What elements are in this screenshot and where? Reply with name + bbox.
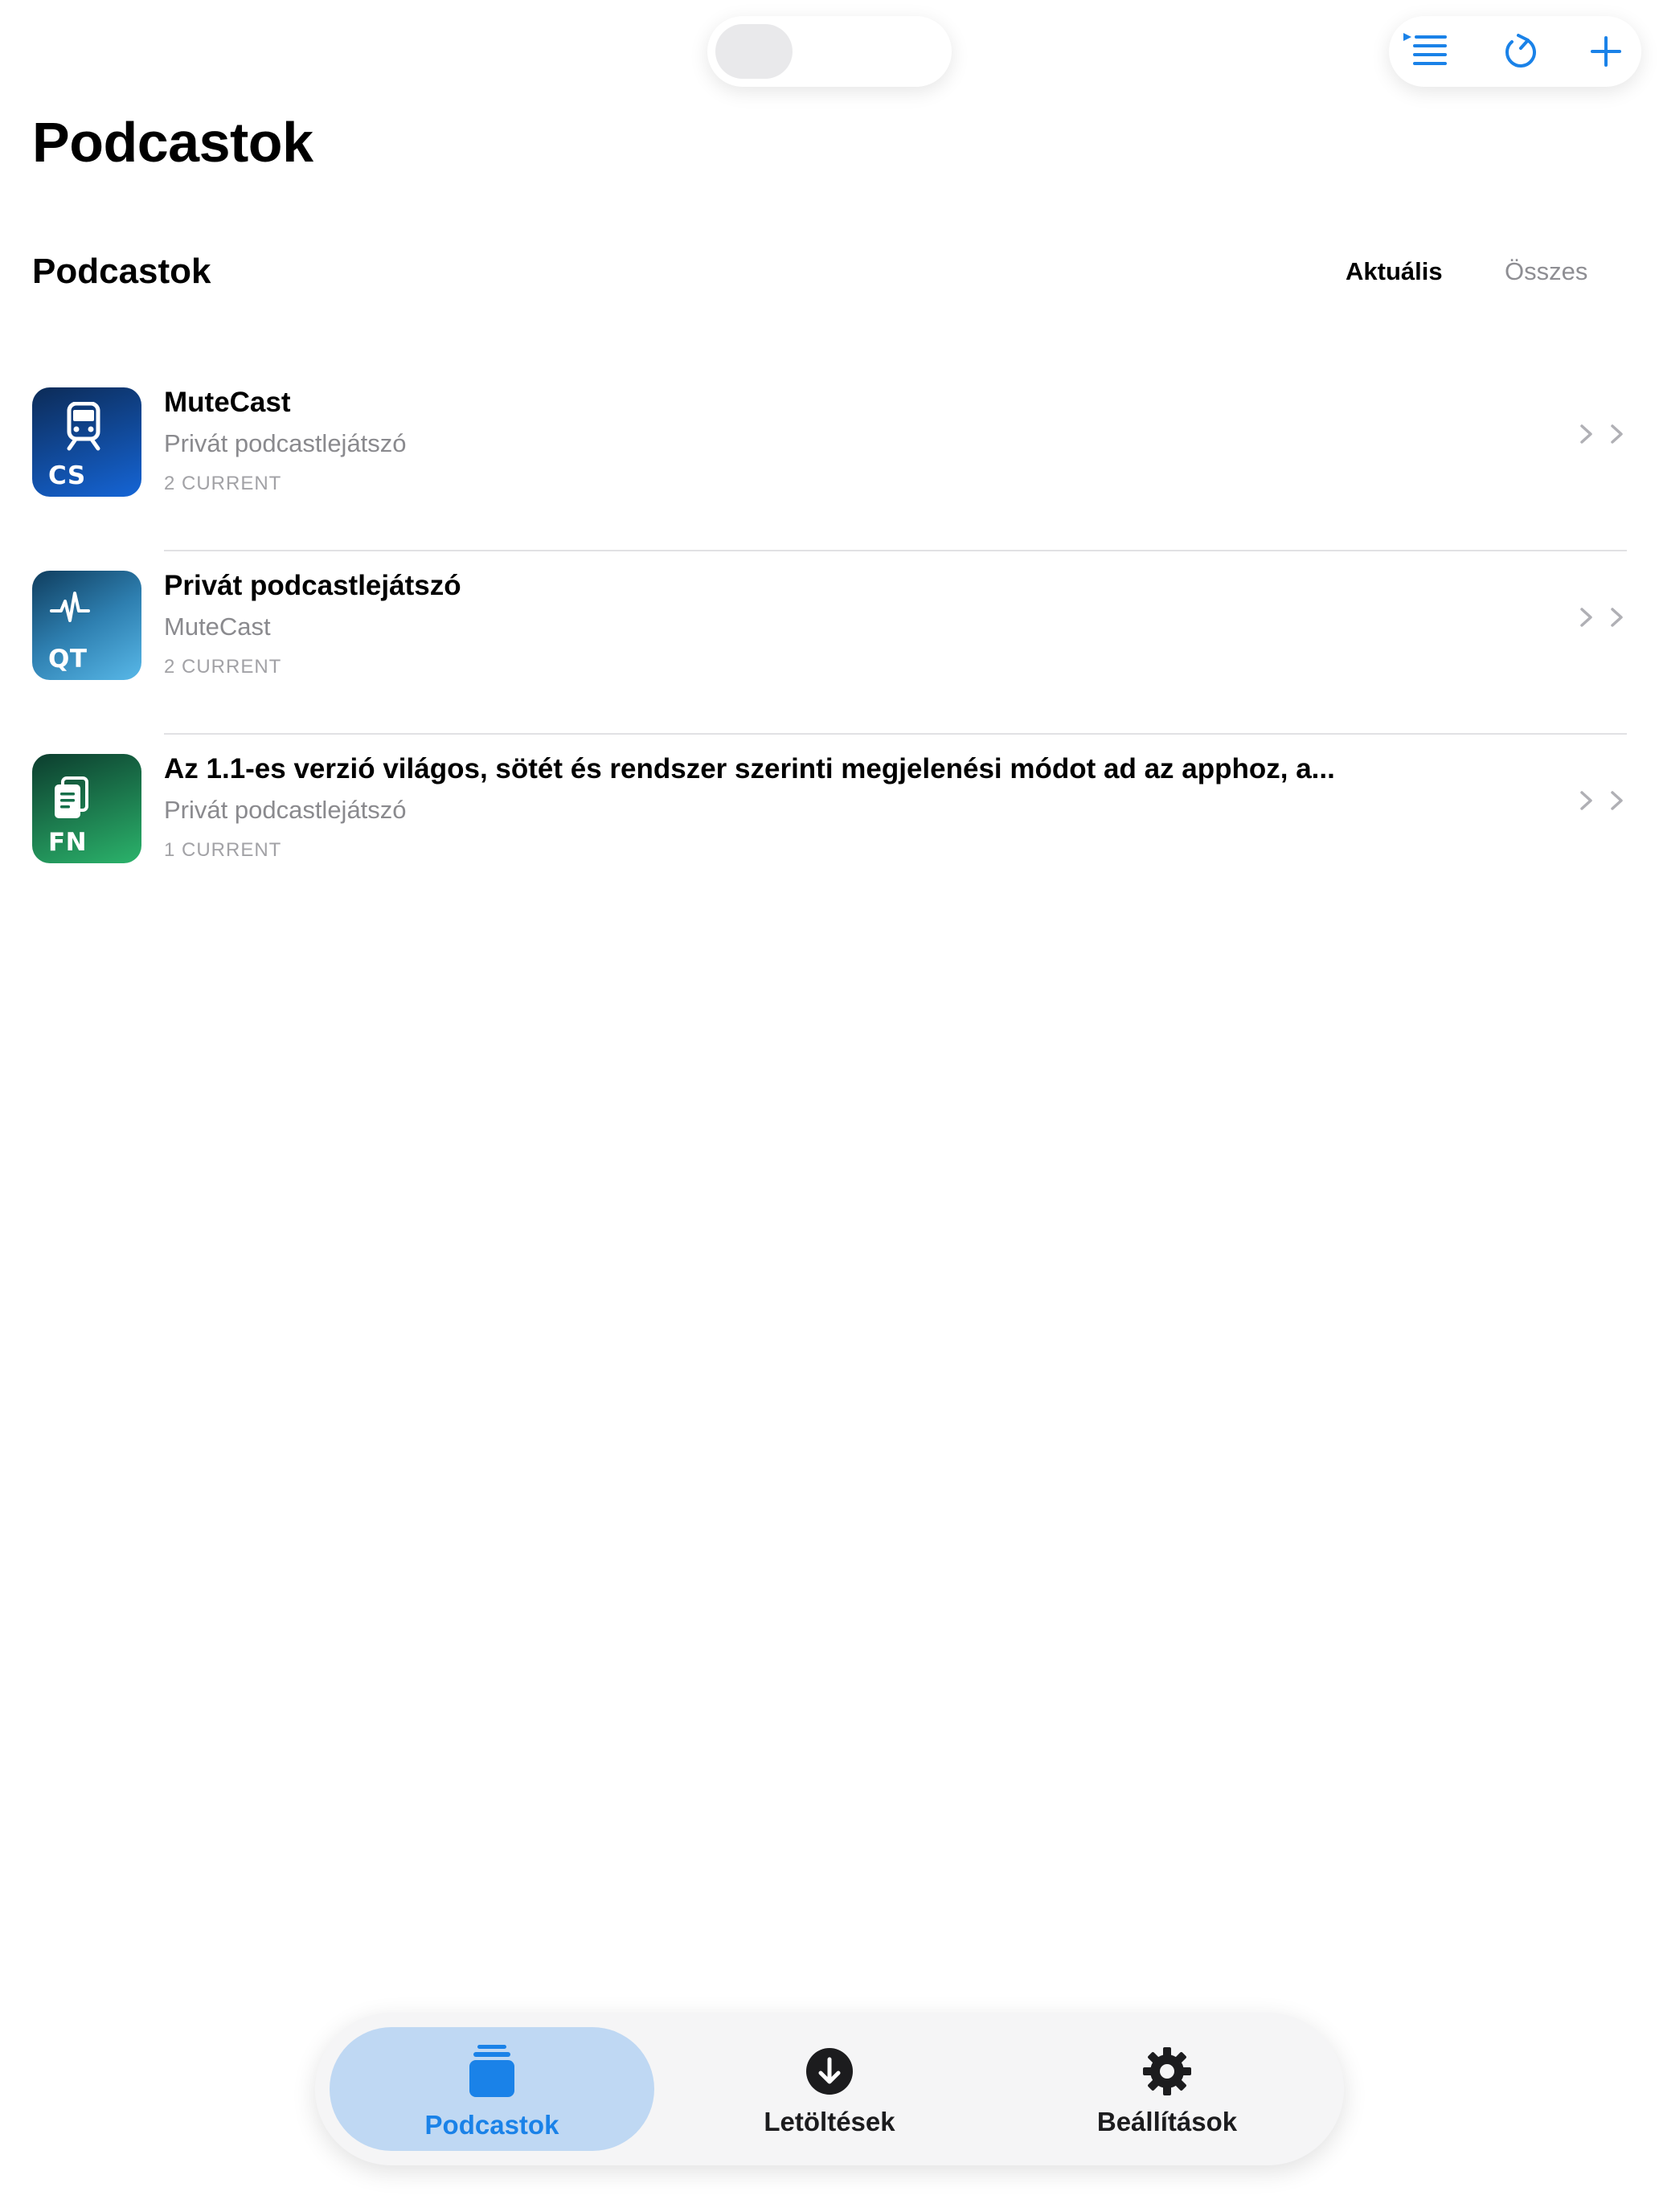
tab-label: Podcastok bbox=[424, 2110, 559, 2140]
download-icon bbox=[801, 2043, 858, 2099]
podcast-title: Privát podcastlejátszó bbox=[164, 570, 461, 601]
plus-icon bbox=[1591, 36, 1621, 67]
page-title: Podcastok bbox=[32, 111, 313, 174]
artwork-code: QT bbox=[48, 645, 88, 674]
chevron-right-icon bbox=[1580, 791, 1592, 810]
segment-current[interactable]: Aktuális bbox=[1346, 256, 1443, 288]
stack-icon bbox=[464, 2043, 520, 2099]
refresh-icon bbox=[1505, 34, 1536, 68]
podcast-subtitle: Privát podcastlejátszó bbox=[164, 429, 407, 457]
document-icon bbox=[55, 776, 88, 818]
artwork-code: FN bbox=[48, 828, 88, 857]
podcast-subtitle: Privát podcastlejátszó bbox=[164, 796, 407, 824]
chevron-right-icon bbox=[1611, 424, 1623, 444]
podcast-artwork: CS bbox=[32, 387, 141, 497]
waveform-icon bbox=[50, 592, 90, 622]
section-title: Podcastok bbox=[32, 252, 211, 291]
playlist-icon bbox=[1403, 33, 1447, 65]
gear-icon bbox=[1139, 2043, 1195, 2099]
chevron-right-icon bbox=[1611, 791, 1623, 810]
playlist-button[interactable] bbox=[1402, 27, 1450, 76]
podcast-title: Az 1.1-es verzió világos, sötét és rends… bbox=[164, 753, 1335, 784]
podcast-count: 2 CURRENT bbox=[164, 473, 282, 494]
podcast-row[interactable]: FN Az 1.1-es verzió világos, sötét és re… bbox=[0, 735, 1659, 918]
toggle-knob bbox=[715, 24, 793, 79]
train-icon bbox=[67, 402, 100, 451]
chevron-right-icon bbox=[1580, 608, 1592, 627]
tab-bar: Podcastok Letöltések Beállítások bbox=[315, 2013, 1344, 2165]
segment-all[interactable]: Összes bbox=[1505, 256, 1587, 288]
podcast-subtitle: MuteCast bbox=[164, 612, 271, 641]
podcast-row[interactable]: QT Privát podcastlejátszó MuteCast 2 CUR… bbox=[0, 551, 1659, 735]
add-button[interactable] bbox=[1582, 27, 1630, 76]
tab-podcasts[interactable]: Podcastok bbox=[330, 2027, 654, 2151]
toolbar bbox=[1389, 16, 1641, 87]
refresh-button[interactable] bbox=[1497, 27, 1545, 76]
tab-label: Letöltések bbox=[764, 2107, 895, 2136]
tab-label: Beállítások bbox=[1096, 2107, 1238, 2136]
podcast-artwork: FN bbox=[32, 754, 141, 863]
podcast-count: 1 CURRENT bbox=[164, 839, 282, 861]
podcast-title: MuteCast bbox=[164, 387, 291, 418]
chevron-right-icon bbox=[1580, 424, 1592, 444]
tab-settings[interactable]: Beállítások bbox=[1005, 2027, 1329, 2151]
artwork-code: CS bbox=[48, 461, 86, 490]
chevron-right-icon bbox=[1611, 608, 1623, 627]
top-toggle[interactable] bbox=[707, 16, 952, 87]
podcast-row[interactable]: CS MuteCast Privát podcastlejátszó 2 CUR… bbox=[0, 368, 1659, 551]
tab-downloads[interactable]: Letöltések bbox=[667, 2027, 992, 2151]
podcast-count: 2 CURRENT bbox=[164, 656, 282, 678]
podcast-artwork: QT bbox=[32, 571, 141, 680]
